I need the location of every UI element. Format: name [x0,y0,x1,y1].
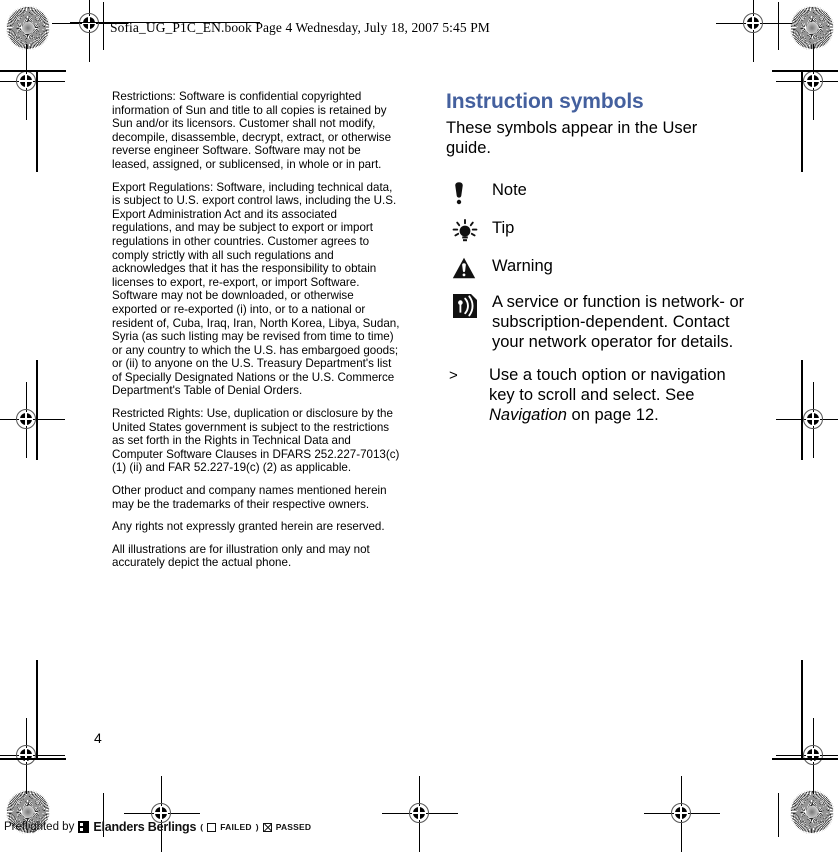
trim-line-left-lower [36,660,38,758]
legal-paragraph: Restrictions: Software is confidential c… [112,90,392,171]
symbol-label: Warning [492,257,553,275]
navigation-italic-term: Navigation [489,406,567,424]
symbol-label: Use a touch option or navigation key to … [489,365,746,425]
greater-than-marker: > [449,367,458,384]
exclamation-note-icon [446,180,492,205]
preflight-stamp: Preflighted by Elanders Berlings ( FAILE… [4,820,311,834]
page-number: 4 [94,730,102,746]
registration-mark-upper-left [0,44,65,120]
registration-mark-top-right [716,0,792,62]
page-title: Instruction symbols [446,90,644,113]
legal-paragraph: Other product and company names mentione… [112,484,387,511]
legal-paragraph: All illustrations are for illustration o… [112,542,370,570]
preflight-brand: Elanders Berlings [93,820,197,834]
registration-mark-bottom-inner-right [644,776,720,852]
legal-text-column: Restrictions: Software is confidential c… [112,90,400,570]
registration-mark-middle-right [776,382,838,458]
lightbulb-tip-icon [446,218,492,243]
paren-open: ( [200,822,204,832]
trim-line-top-left [0,70,66,72]
trim-line-right-lower [801,660,803,758]
rosette-mark-bottom-right [790,790,834,834]
trim-line-header-left [103,2,105,50]
instruction-symbols-column: Instruction symbols These symbols appear… [446,90,746,425]
trim-line-right-middle [801,360,803,460]
elanders-logo-icon [78,821,90,833]
symbol-row-note: Note [446,180,746,205]
symbol-label: Tip [492,219,515,237]
preflight-label: Preflighted by [4,821,75,833]
trim-line-top-right [772,70,838,72]
registration-mark-middle-left [0,382,65,458]
registration-mark-lower-right [776,718,838,794]
trim-line-bottom-left [0,758,66,760]
rosette-mark-top-right [790,6,834,50]
passed-checkbox-icon [262,822,272,832]
trim-line-footer-right [778,793,780,837]
legal-paragraph: Any rights not expressly granted herein … [112,520,385,534]
registration-mark-bottom-center [382,776,458,852]
failed-label: FAILED [220,822,252,832]
symbol-row-network: A service or function is network- or sub… [446,292,746,352]
trim-line-left-middle [36,360,38,460]
symbol-row-tip: Tip [446,218,746,243]
registration-mark-lower-left [0,718,65,794]
passed-label: PASSED [275,822,312,832]
legal-paragraph: Export Regulations: Software, including … [112,180,400,398]
symbol-row-navigation: > Use a touch option or navigation key t… [446,365,746,425]
warning-triangle-icon [446,256,492,279]
trim-line-left-upper [36,72,38,172]
printed-page: Sofia_UG_P1C_EN.book Page 4 Wednesday, J… [0,0,838,852]
paren-close: ) [255,822,259,832]
symbol-label: Note [492,181,527,199]
navigation-text-after: on page 12. [566,406,659,424]
failed-checkbox-icon [207,822,217,832]
network-signal-icon [446,292,492,319]
symbol-label: A service or function is network- or sub… [492,293,745,351]
file-slug-line: Sofia_UG_P1C_EN.book Page 4 Wednesday, J… [110,20,490,35]
trim-line-header-right [778,2,780,50]
registration-mark-upper-right [776,44,838,120]
trim-line-bottom-right [772,758,838,760]
navigation-text-before: Use a touch option or navigation key to … [489,366,726,404]
trim-line-right-upper [801,72,803,172]
rosette-mark-top-left [6,6,50,50]
symbol-row-warning: Warning [446,256,746,279]
legal-paragraph: Restricted Rights: Use, duplication or d… [112,407,400,475]
intro-text: These symbols appear in the User guide. [446,119,698,157]
registration-mark-top-left [52,0,128,62]
